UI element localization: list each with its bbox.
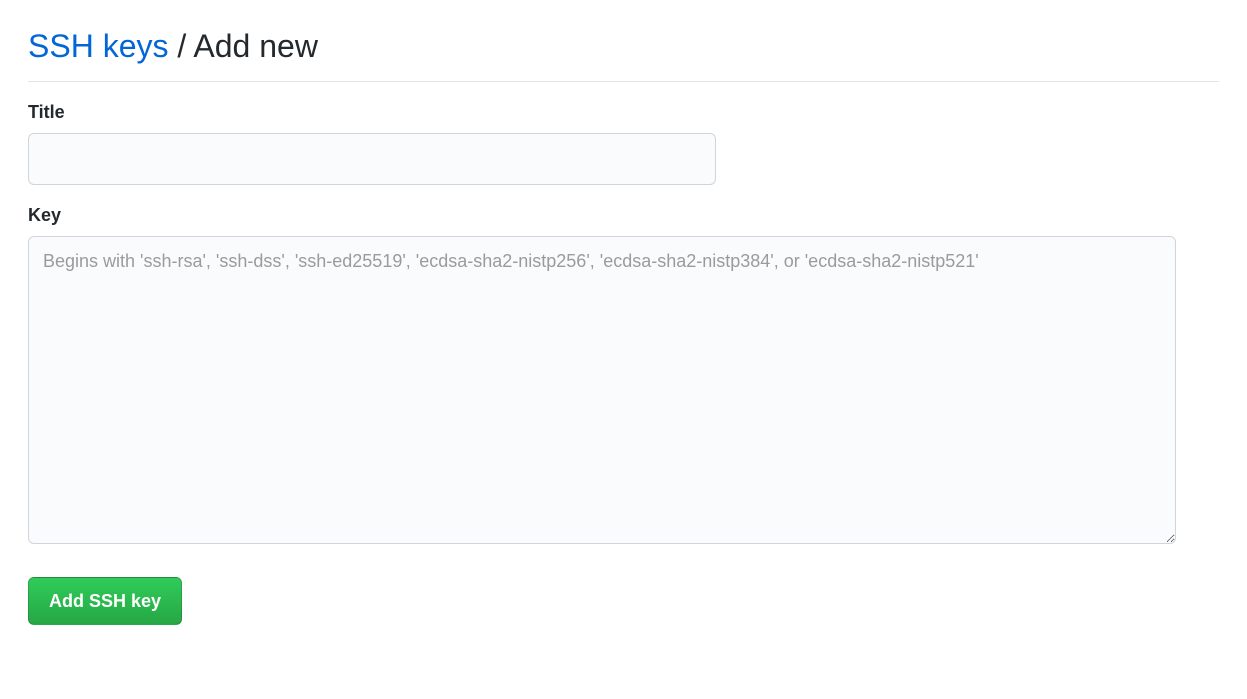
add-ssh-key-button[interactable]: Add SSH key xyxy=(28,577,182,625)
title-group: Title xyxy=(28,102,1219,185)
key-label: Key xyxy=(28,205,1219,226)
page-title-current: Add new xyxy=(193,28,318,64)
title-label: Title xyxy=(28,102,1219,123)
add-ssh-key-form: Title Key Add SSH key xyxy=(28,102,1219,625)
key-group: Key xyxy=(28,205,1219,549)
breadcrumb-separator: / xyxy=(168,28,193,64)
page-header: SSH keys / Add new xyxy=(28,28,1219,82)
key-textarea[interactable] xyxy=(28,236,1176,544)
title-input[interactable] xyxy=(28,133,716,185)
ssh-keys-link[interactable]: SSH keys xyxy=(28,28,168,64)
